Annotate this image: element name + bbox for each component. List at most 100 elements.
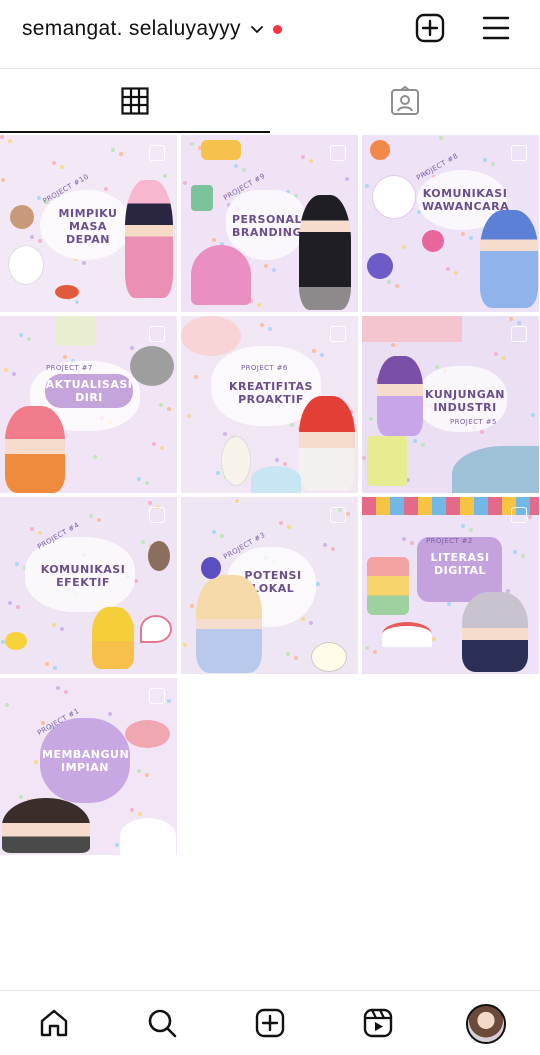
confetti-dot xyxy=(391,343,395,347)
confetti-dot xyxy=(38,239,42,243)
username[interactable]: semangat. selaluyayyy xyxy=(22,17,241,41)
post-title: KREATIFITAS PROAKTIF xyxy=(229,380,313,406)
confetti-dot xyxy=(145,481,149,485)
post-tile[interactable]: PROJECT #4 KOMUNIKASI EFEKTIF xyxy=(0,497,177,674)
confetti-dot xyxy=(19,795,23,799)
confetti-dot xyxy=(5,703,9,707)
confetti-dot xyxy=(190,142,194,146)
post-title: KOMUNIKASI EFEKTIF xyxy=(40,563,126,589)
confetti-dot xyxy=(260,323,264,327)
profile-avatar[interactable] xyxy=(466,1004,506,1044)
confetti-dot xyxy=(301,155,305,159)
chevron-down-icon[interactable] xyxy=(249,21,265,37)
confetti-dot xyxy=(413,439,417,443)
confetti-dot xyxy=(160,446,164,450)
post-title: AKTUALISASI DIRI xyxy=(45,378,133,404)
tagged-icon xyxy=(391,86,419,115)
home-icon[interactable] xyxy=(37,1006,71,1040)
confetti-dot xyxy=(16,605,20,609)
confetti-dot xyxy=(12,372,16,376)
confetti-dot xyxy=(446,267,450,271)
confetti-dot xyxy=(4,368,8,372)
confetti-dot xyxy=(190,604,194,608)
multi-photo-icon xyxy=(149,688,165,704)
confetti-dot xyxy=(272,268,276,272)
confetti-dot xyxy=(130,346,134,350)
confetti-dot xyxy=(387,280,391,284)
post-project-number: PROJECT #6 xyxy=(241,364,288,372)
post-title: LITERASI DIGITAL xyxy=(430,551,490,577)
confetti-dot xyxy=(331,547,335,551)
tab-posts-grid[interactable] xyxy=(0,69,270,133)
confetti-dot xyxy=(494,352,498,356)
confetti-dot xyxy=(138,812,142,816)
multi-photo-icon xyxy=(149,326,165,342)
post-tile[interactable]: PROJECT #10 MIMPIKU MASA DEPAN xyxy=(0,135,177,312)
confetti-dot xyxy=(145,773,149,777)
confetti-dot xyxy=(309,159,313,163)
confetti-dot xyxy=(111,148,115,152)
confetti-dot xyxy=(402,537,406,541)
tab-tagged[interactable] xyxy=(270,69,540,133)
post-project-number: PROJECT #7 xyxy=(46,364,93,372)
confetti-dot xyxy=(0,135,4,139)
confetti-dot xyxy=(461,524,465,528)
confetti-dot xyxy=(212,530,216,534)
confetti-dot xyxy=(1,178,5,182)
confetti-dot xyxy=(52,623,56,627)
multi-photo-icon xyxy=(149,145,165,161)
post-tile[interactable]: PROJECT #8 KOMUNIKASI WAWANCARA xyxy=(362,135,539,312)
multi-photo-icon xyxy=(330,145,346,161)
bottom-navigation xyxy=(0,990,540,1055)
confetti-dot xyxy=(137,769,141,773)
post-title: KOMUNIKASI WAWANCARA xyxy=(422,187,510,213)
confetti-dot xyxy=(104,187,108,191)
confetti-dot xyxy=(454,271,458,275)
reels-icon[interactable] xyxy=(361,1006,395,1040)
confetti-dot xyxy=(369,417,373,421)
multi-photo-icon xyxy=(149,507,165,523)
confetti-dot xyxy=(432,637,436,641)
post-tile[interactable]: PROJECT #7 AKTUALISASI DIRI xyxy=(0,316,177,493)
confetti-dot xyxy=(45,662,49,666)
search-icon[interactable] xyxy=(145,1006,179,1040)
confetti-dot xyxy=(469,528,473,532)
confetti-dot xyxy=(212,238,216,242)
confetti-dot xyxy=(264,264,268,268)
confetti-dot xyxy=(89,514,93,518)
post-tile[interactable]: PROJECT #2 LITERASI DIGITAL xyxy=(362,497,539,674)
confetti-dot xyxy=(469,236,473,240)
post-tile[interactable]: PROJECT #1 MEMBANGUN IMPIAN xyxy=(0,678,177,855)
confetti-dot xyxy=(323,543,327,547)
confetti-dot xyxy=(365,184,369,188)
post-tile[interactable]: PROJECT #9 PERSONAL BRANDING xyxy=(181,135,358,312)
confetti-dot xyxy=(53,666,57,670)
create-icon[interactable] xyxy=(253,1006,287,1040)
post-title: PERSONAL BRANDING xyxy=(231,213,303,239)
confetti-dot xyxy=(309,621,313,625)
confetti-dot xyxy=(517,321,521,325)
confetti-dot xyxy=(108,712,112,716)
post-tile[interactable]: KUNJUNGAN INDUSTRI PROJECT #5 xyxy=(362,316,539,493)
confetti-dot xyxy=(30,235,34,239)
account-switcher[interactable]: semangat. selaluyayyy xyxy=(22,14,282,44)
confetti-dot xyxy=(235,499,239,503)
confetti-dot xyxy=(528,515,532,519)
confetti-dot xyxy=(480,430,484,434)
confetti-dot xyxy=(491,162,495,166)
multi-photo-icon xyxy=(511,326,527,342)
confetti-dot xyxy=(521,554,525,558)
confetti-dot xyxy=(346,512,350,516)
confetti-dot xyxy=(312,349,316,353)
confetti-dot xyxy=(64,690,68,694)
confetti-dot xyxy=(216,471,220,475)
confetti-dot xyxy=(137,477,141,481)
profile-tabs xyxy=(0,68,540,133)
confetti-dot xyxy=(373,650,377,654)
confetti-dot xyxy=(283,462,287,466)
confetti-dot xyxy=(286,652,290,656)
post-tile[interactable]: PROJECT #3 POTENSI LOKAL xyxy=(181,497,358,674)
menu-icon[interactable] xyxy=(480,12,512,44)
new-post-icon[interactable] xyxy=(414,12,446,44)
post-tile[interactable]: PROJECT #6 KREATIFITAS PROAKTIF xyxy=(181,316,358,493)
